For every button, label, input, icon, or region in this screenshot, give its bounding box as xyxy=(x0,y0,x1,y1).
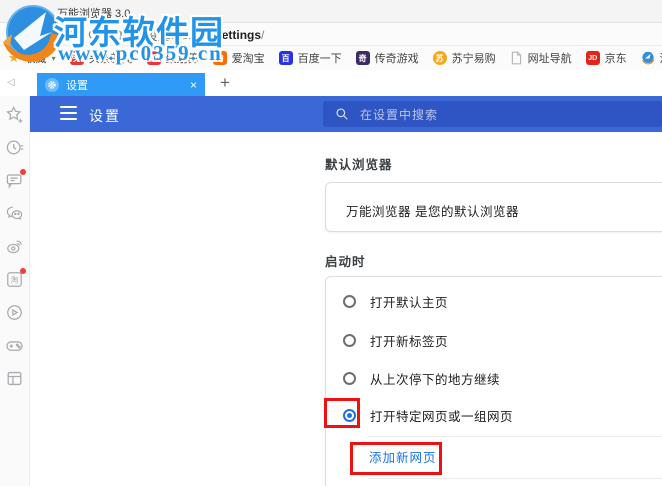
tab-label: 设置 xyxy=(66,79,88,92)
taobao-icon[interactable]: 淘 xyxy=(5,268,26,289)
reading-list-icon[interactable] xyxy=(5,369,24,388)
secure-site-icon[interactable]: ✓ xyxy=(128,28,141,41)
side-toolbar: 淘 xyxy=(0,96,30,486)
menu-icon[interactable] xyxy=(60,106,77,120)
url-tail: / xyxy=(261,28,265,42)
notification-badge xyxy=(20,268,26,274)
search-icon xyxy=(336,108,348,120)
url-host: settings xyxy=(215,28,262,42)
notification-badge xyxy=(20,169,26,175)
bookmark-favicon: 百 xyxy=(278,51,293,65)
back-icon[interactable] xyxy=(64,27,79,42)
section-title-startup: 启动时 xyxy=(325,255,366,269)
svg-text:淘: 淘 xyxy=(11,275,19,285)
settings-header: 设置 在设置中搜索 xyxy=(30,96,662,132)
new-tab-button[interactable]: + xyxy=(220,73,230,93)
bookmark-item[interactable]: 淘 爱淘宝 xyxy=(212,50,265,66)
hedong-site-favicon xyxy=(641,51,655,65)
search-placeholder: 在设置中搜索 xyxy=(360,107,439,122)
settings-title: 设置 xyxy=(89,108,121,124)
games-icon[interactable] xyxy=(5,336,24,355)
startup-option-newtab[interactable]: 打开新标签页 xyxy=(343,326,448,354)
history-icon[interactable] xyxy=(5,138,24,157)
default-browser-card: 万能浏览器 是您的默认浏览器 xyxy=(325,182,662,232)
videos-icon[interactable] xyxy=(5,303,24,322)
tab-strip: ◁ 设置 × + xyxy=(0,70,662,96)
wechat-icon[interactable] xyxy=(5,204,24,223)
bookmark-favicon: 淘 xyxy=(212,51,227,65)
chevron-down-icon: ▾ xyxy=(51,53,56,63)
radio-button[interactable] xyxy=(343,294,356,308)
annotation-box-radio xyxy=(324,398,360,428)
bookmark-item[interactable]: 网址导航 xyxy=(510,50,572,66)
bookmark-favicon: 苏 xyxy=(432,51,447,65)
window-title: 万能浏览器 3.0 xyxy=(57,8,131,20)
bookmark-item[interactable]: 苏 苏宁易购 xyxy=(432,50,496,66)
startup-option-specific-pages[interactable]: 打开特定网页或一组网页 xyxy=(343,401,513,429)
annotation-box-add-link xyxy=(350,442,442,475)
section-title-default-browser: 默认浏览器 xyxy=(325,158,393,172)
bookmark-item[interactable]: 聚 聚划算 xyxy=(146,50,199,66)
startup-option-homepage[interactable]: 打开默认主页 xyxy=(343,287,448,315)
divider xyxy=(368,436,662,437)
refresh-icon[interactable] xyxy=(86,27,101,42)
startup-option-continue[interactable]: 从上次停下的地方继续 xyxy=(343,364,500,392)
favorites-star-icon: ★ xyxy=(8,50,20,65)
weibo-icon[interactable] xyxy=(5,237,24,256)
favorites-label: 收藏 xyxy=(24,53,47,65)
home-icon[interactable] xyxy=(110,27,125,42)
url-scheme: chrome:// xyxy=(165,28,216,42)
document-favicon xyxy=(510,51,523,65)
settings-content: 默认浏览器 万能浏览器 是您的默认浏览器 启动时 打开默认主页 打开新标签页 从… xyxy=(30,132,662,486)
window-titlebar: 万能浏览器 3.0 xyxy=(0,0,662,23)
favorites-menu[interactable]: ★ 收藏 ▾ xyxy=(8,50,56,66)
sidebar-collapse-icon[interactable]: ◁ xyxy=(7,77,15,88)
settings-gear-icon xyxy=(45,77,59,92)
bookmark-favicon: 奇 xyxy=(355,51,370,65)
divider xyxy=(368,478,662,479)
bookmark-item[interactable]: 百 百度一下 xyxy=(278,50,342,66)
bookmark-favicon: 头 xyxy=(69,51,84,65)
bookmark-favicon: JD xyxy=(585,51,600,65)
radio-button[interactable] xyxy=(343,333,356,347)
browser-toolbar: ✓ 设置 chrome://settings/ xyxy=(0,23,662,46)
tab-settings[interactable]: 设置 × xyxy=(37,73,205,96)
browser-window: 万能浏览器 3.0 ✓ 设置 chrome://settings/ ★ 收藏 ▾… xyxy=(0,0,662,486)
radio-button[interactable] xyxy=(343,371,356,385)
bookmark-item[interactable]: JD 京东 xyxy=(585,50,627,66)
bookmark-item[interactable]: 头 头条新闻 xyxy=(69,50,133,66)
bookmark-item[interactable]: 河东软件园-安全的绿 xyxy=(641,50,662,66)
bookmark-favicon: 聚 xyxy=(146,51,161,65)
default-browser-status: 万能浏览器 是您的默认浏览器 xyxy=(346,205,519,219)
address-bar-url[interactable]: chrome://settings/ xyxy=(165,28,264,42)
settings-search-input[interactable]: 在设置中搜索 xyxy=(323,101,662,127)
bookmark-item[interactable]: 奇 传奇游戏 xyxy=(355,50,419,66)
close-tab-icon[interactable]: × xyxy=(190,79,197,91)
add-bookmark-icon[interactable] xyxy=(5,105,24,124)
bookmarks-bar: ★ 收藏 ▾ 头 头条新闻 聚 聚划算 淘 爱淘宝 百 百度一下 奇 传奇游戏 … xyxy=(0,46,662,70)
messages-icon[interactable] xyxy=(5,169,26,190)
